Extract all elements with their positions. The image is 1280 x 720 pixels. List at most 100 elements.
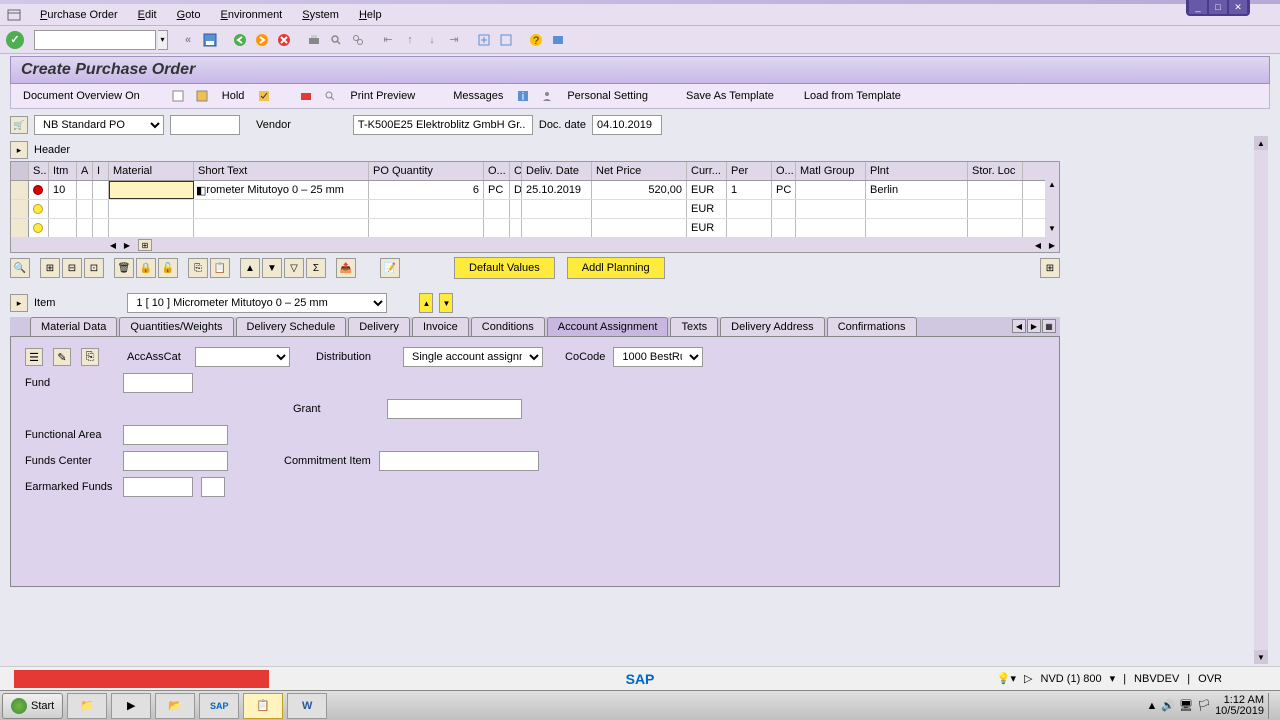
detail-icon[interactable]: 🔍 (10, 258, 30, 278)
other-po-icon[interactable] (194, 88, 210, 104)
back-icon[interactable]: « (178, 30, 198, 50)
fundscenter-input[interactable] (123, 451, 228, 471)
command-dropdown[interactable]: ▾ (158, 30, 168, 50)
shortcut-icon[interactable] (496, 30, 516, 50)
back-green-icon[interactable] (230, 30, 250, 50)
prev-page-icon[interactable]: ↑ (400, 30, 420, 50)
enter-icon[interactable]: ✓ (6, 31, 24, 49)
load-template-button[interactable]: Load from Template (800, 88, 905, 104)
task-sap[interactable]: SAP (199, 693, 239, 719)
deselect-icon[interactable]: ⊟ (62, 258, 82, 278)
funcarea-input[interactable] (123, 425, 228, 445)
item-prev-button[interactable]: ▲ (419, 293, 433, 313)
menu-help[interactable]: Help (349, 7, 392, 23)
command-field[interactable] (34, 30, 156, 50)
tab-scroll-right[interactable]: ▶ (1027, 319, 1041, 333)
default-values-button[interactable]: Default Values (454, 257, 555, 279)
item-next-button[interactable]: ▼ (439, 293, 453, 313)
scroll-right2-icon[interactable]: ▶ (1045, 239, 1059, 251)
hold-button[interactable]: Hold (218, 88, 249, 104)
earmarked-input[interactable] (123, 477, 193, 497)
grant-input[interactable] (387, 399, 522, 419)
col-material[interactable]: Material (109, 162, 194, 180)
aa-edit-icon[interactable]: ✎ (53, 348, 71, 366)
col-a[interactable]: A (77, 162, 93, 180)
col-unit[interactable]: O... (484, 162, 510, 180)
col-shorttext[interactable]: Short Text (194, 162, 369, 180)
menu-purchase-order[interactable]: Purchase Order (30, 7, 128, 23)
copy-icon[interactable]: ⎘ (188, 258, 208, 278)
col-status[interactable]: S.. (29, 162, 49, 180)
select-all-icon[interactable]: ⊞ (40, 258, 60, 278)
tab-quantities[interactable]: Quantities/Weights (119, 317, 233, 336)
expand-icon[interactable]: ⊞ (1040, 258, 1060, 278)
task-word[interactable]: W (287, 693, 327, 719)
find-next-icon[interactable] (348, 30, 368, 50)
tray-volume-icon[interactable]: 🔊 (1161, 699, 1175, 712)
grid-vscrollbar[interactable]: ▲ ▼ (1045, 180, 1059, 238)
save-icon[interactable] (200, 30, 220, 50)
task-powershell[interactable]: ▶ (111, 693, 151, 719)
lock-icon[interactable]: 🔒 (136, 258, 156, 278)
print-preview-button[interactable]: Print Preview (346, 88, 419, 104)
delete-icon[interactable]: 🗑 (114, 258, 134, 278)
tab-list[interactable]: ▦ (1042, 319, 1056, 333)
item-select[interactable]: 1 [ 10 ] Micrometer Mitutoyo 0 – 25 mm (127, 293, 387, 313)
tray-flag-icon[interactable]: 🏳 (1197, 699, 1211, 712)
preview-icon[interactable] (322, 88, 338, 104)
filter2-icon[interactable]: ▽ (284, 258, 304, 278)
tab-delivery-schedule[interactable]: Delivery Schedule (236, 317, 347, 336)
unlock-icon[interactable]: 🔓 (158, 258, 178, 278)
accasscat-select[interactable] (195, 347, 290, 367)
maximize-button[interactable]: □ (1209, 0, 1227, 14)
material-input[interactable] (109, 181, 194, 199)
col-stor[interactable]: Stor. Loc (968, 162, 1023, 180)
po-type-icon[interactable]: 🛒 (10, 116, 28, 134)
col-c[interactable]: C (510, 162, 522, 180)
document-overview-button[interactable]: Document Overview On (19, 88, 144, 104)
col-deliv[interactable]: Deliv. Date (522, 162, 592, 180)
col-per[interactable]: Per (727, 162, 772, 180)
print-preview-icon[interactable] (298, 88, 314, 104)
tab-scroll-left[interactable]: ◀ (1012, 319, 1026, 333)
menu-goto[interactable]: Goto (167, 7, 211, 23)
new-session-icon[interactable] (474, 30, 494, 50)
cancel-icon[interactable] (274, 30, 294, 50)
task-sapgui[interactable]: 📋 (243, 693, 283, 719)
po-type-select[interactable]: NB Standard PO (34, 115, 164, 135)
commitment-input[interactable] (379, 451, 539, 471)
create-icon[interactable] (170, 88, 186, 104)
tab-conditions[interactable]: Conditions (471, 317, 545, 336)
tray-network-icon[interactable]: 🖥 (1179, 699, 1193, 712)
tray-time[interactable]: 1:12 AM (1215, 695, 1264, 706)
last-page-icon[interactable]: ⇥ (444, 30, 464, 50)
notes-icon[interactable]: 📝 (380, 258, 400, 278)
col-plnt[interactable]: Plnt (866, 162, 968, 180)
filter-icon[interactable]: ⊡ (84, 258, 104, 278)
aa-copy-icon[interactable]: ⎘ (81, 348, 99, 366)
layout-icon[interactable] (548, 30, 568, 50)
scroll-left2-icon[interactable]: ◀ (1031, 239, 1045, 251)
menu-environment[interactable]: Environment (210, 7, 292, 23)
tab-material-data[interactable]: Material Data (30, 317, 117, 336)
col-price[interactable]: Net Price (592, 162, 687, 180)
col-ounit[interactable]: O... (772, 162, 796, 180)
task-folder[interactable]: 📂 (155, 693, 195, 719)
main-vscrollbar[interactable]: ▲ ▼ (1254, 136, 1268, 664)
sum-icon[interactable]: Σ (306, 258, 326, 278)
col-curr[interactable]: Curr... (687, 162, 727, 180)
sort-desc-icon[interactable]: ▼ (262, 258, 282, 278)
info-icon[interactable]: i (515, 88, 531, 104)
fund-input[interactable] (123, 373, 193, 393)
show-desktop[interactable] (1268, 693, 1276, 719)
vendor-input[interactable] (353, 115, 533, 135)
export-icon[interactable]: 📤 (336, 258, 356, 278)
po-number-input[interactable] (170, 115, 240, 135)
tab-texts[interactable]: Texts (670, 317, 718, 336)
print-icon[interactable] (304, 30, 324, 50)
cocode-select[interactable]: 1000 BestRu.. (613, 347, 703, 367)
doc-date-input[interactable] (592, 115, 662, 135)
earmarked-input2[interactable] (201, 477, 225, 497)
first-page-icon[interactable]: ⇤ (378, 30, 398, 50)
addl-planning-button[interactable]: Addl Planning (567, 257, 665, 279)
